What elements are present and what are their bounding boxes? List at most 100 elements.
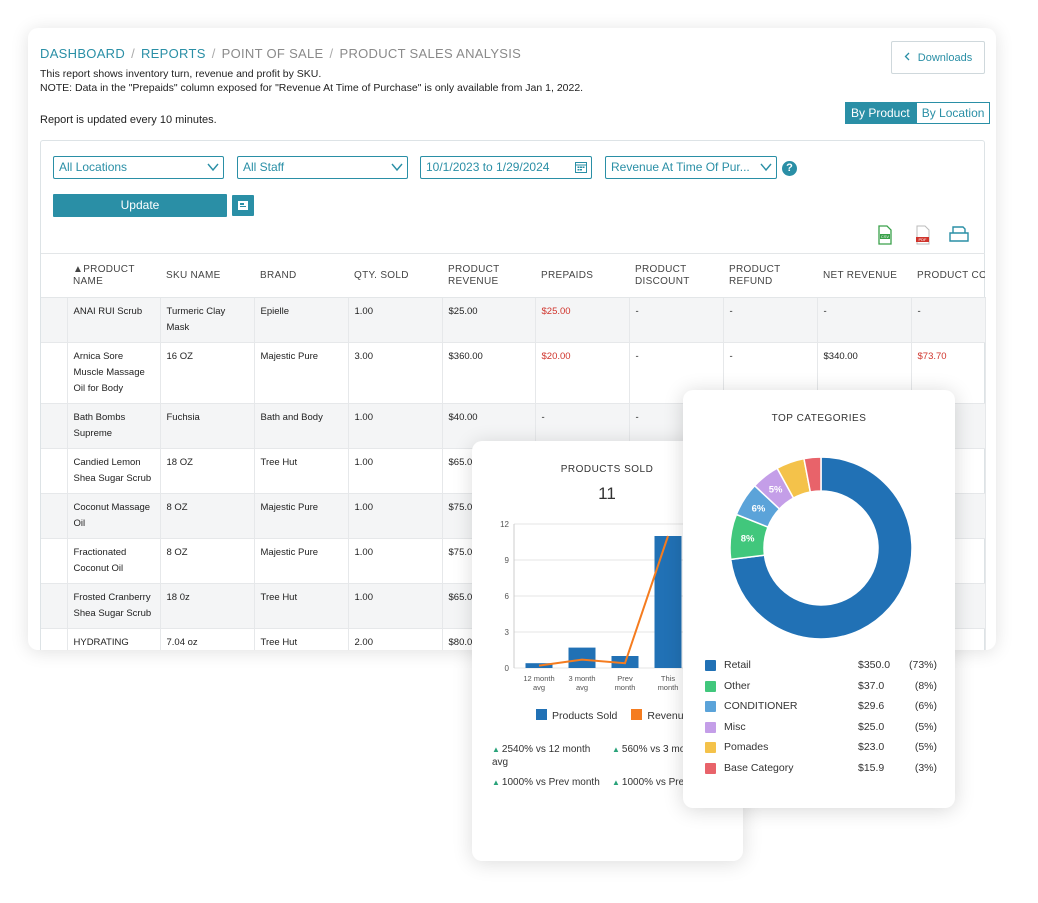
y-tick-label: 6 — [505, 592, 510, 601]
location-select[interactable]: All Locations — [53, 156, 224, 179]
cell-brand: Majestic Pure — [254, 493, 349, 539]
staff-select[interactable]: All Staff — [237, 156, 408, 179]
cell-prepaids: $25.00 — [535, 297, 630, 343]
cell-net-revenue: - — [817, 297, 912, 343]
cell-sku-name: Fuchsia — [160, 403, 255, 449]
breadcrumb-dashboard[interactable]: DASHBOARD — [40, 46, 125, 61]
cell-brand: Bath and Body — [254, 403, 349, 449]
y-tick-label: 9 — [505, 556, 510, 565]
category-percent: (3%) — [914, 761, 937, 774]
column-header-brand[interactable]: BRAND — [254, 253, 348, 298]
line-revenue — [538, 535, 669, 667]
cell-qty-sold: 1.00 — [348, 493, 443, 539]
cell-sku-name: 18 OZ — [160, 448, 255, 494]
cell-brand: Epielle — [254, 297, 349, 343]
cell-product-name: Bath Bombs Supreme — [67, 403, 161, 449]
help-icon[interactable]: ? — [782, 161, 797, 176]
column-header-product-cost[interactable]: PRODUCT CO — [911, 253, 985, 298]
cell-brand: Tree Hut — [254, 448, 349, 494]
cell-product-revenue: $25.00 — [442, 297, 536, 343]
breadcrumb-separator: / — [329, 46, 334, 61]
legend-swatch — [705, 762, 716, 774]
cell-prepaids: $20.00 — [535, 342, 630, 404]
y-tick-label: 3 — [505, 628, 510, 637]
legend-swatch — [705, 701, 716, 712]
cell-qty-sold: 1.00 — [348, 583, 443, 629]
category-legend-item[interactable]: Other $37.0 (8%) — [705, 680, 937, 694]
by-location-toggle[interactable]: By Location — [915, 102, 991, 124]
column-header-prepaids[interactable]: PREPAIDS — [535, 253, 629, 298]
category-legend-item[interactable]: CONDITIONER $29.6 (6%) — [705, 700, 937, 714]
cell-sku-name: 16 OZ — [160, 342, 255, 404]
by-product-toggle[interactable]: By Product — [845, 102, 916, 124]
description-line-2: NOTE: Data in the "Prepaids" column expo… — [40, 82, 584, 94]
row-handle-cell — [41, 538, 68, 584]
cell-sku-name: 7.04 oz — [160, 628, 255, 650]
category-amount: $25.0 — [858, 720, 885, 733]
x-tick-label: month — [658, 683, 679, 692]
category-amount: $23.0 — [858, 741, 885, 753]
x-tick-label: avg — [576, 683, 588, 692]
cell-product-name: Candied Lemon Shea Sugar Scrub — [67, 448, 161, 494]
row-handle-header — [41, 253, 67, 298]
svg-text:CSV: CSV — [881, 234, 890, 239]
category-legend-item[interactable]: Base Category $15.9 (3%) — [705, 762, 937, 776]
revenue-basis-select[interactable]: Revenue At Time Of Pur... — [605, 156, 777, 179]
cell-brand: Majestic Pure — [254, 538, 349, 584]
date-range-value: 10/1/2023 to 1/29/2024 — [426, 160, 550, 174]
column-header-product-revenue[interactable]: PRODUCT REVENUE — [442, 253, 535, 298]
category-name: Other — [724, 679, 751, 692]
cell-product-cost: - — [911, 297, 986, 343]
legend-products-sold[interactable]: Products Sold — [536, 709, 617, 722]
csv-export-icon[interactable]: CSV — [875, 225, 895, 250]
chevron-down-icon — [760, 163, 772, 172]
cell-product-name: Frosted Cranberry Shea Sugar Scrub — [67, 583, 161, 629]
legend-revenue[interactable]: Revenue — [631, 709, 689, 722]
donut-slice-label: 8% — [741, 534, 755, 545]
x-tick-label: avg — [533, 683, 545, 692]
column-header-product-discount[interactable]: PRODUCT DISCOUNT — [629, 253, 723, 298]
breadcrumb-point-of-sale[interactable]: POINT OF SALE — [222, 46, 324, 61]
category-amount: $29.6 — [858, 700, 885, 712]
location-select-value: All Locations — [59, 160, 128, 174]
date-range-input[interactable]: 10/1/2023 to 1/29/2024 — [420, 156, 592, 179]
column-header-product-name[interactable]: ▲PRODUCT NAME — [67, 253, 160, 298]
cell-product-name: Arnica Sore Muscle Massage Oil for Body — [67, 342, 161, 404]
update-button[interactable]: Update — [53, 194, 227, 217]
breadcrumb-reports[interactable]: REPORTS — [141, 46, 206, 61]
donut-slice-label: 6% — [752, 503, 766, 514]
print-icon[interactable] — [948, 225, 970, 250]
stat-vs-12-month: ▲ 2540% vs 12 month avg — [492, 744, 591, 768]
cell-product-name: ANAI RUI Scrub — [67, 297, 161, 343]
table-row[interactable]: ANAI RUI Scrub Turmeric Clay Mask Epielle 1… — [41, 297, 986, 343]
stat-vs-prev-month: ▲ 1000% vs Prev month — [492, 777, 600, 788]
category-legend-item[interactable]: Retail $350.0 (73%) — [705, 659, 937, 673]
row-handle-cell — [41, 297, 68, 343]
category-name: Pomades — [724, 741, 769, 753]
pdf-export-icon[interactable]: PDF — [913, 225, 933, 250]
triangle-up-icon: ▲ — [612, 745, 620, 754]
column-header-qty-sold[interactable]: QTY. SOLD — [348, 253, 442, 298]
x-tick-label: Prev — [617, 674, 633, 683]
cell-brand: Tree Hut — [254, 583, 349, 629]
category-legend-item[interactable]: Misc $25.0 (5%) — [705, 721, 937, 735]
column-header-sku-name[interactable]: SKU NAME — [160, 253, 254, 298]
column-header-net-revenue[interactable]: NET REVENUE — [817, 253, 911, 298]
cell-qty-sold: 2.00 — [348, 628, 443, 650]
category-legend-item[interactable]: Pomades $23.0 (5%) — [705, 741, 937, 755]
legend-label: Products Sold — [552, 710, 618, 722]
donut-slice-label: 73% — [880, 617, 900, 628]
cell-brand: Tree Hut — [254, 628, 349, 650]
report-description: This report shows inventory turn, revenu… — [40, 67, 583, 95]
save-report-button[interactable] — [232, 195, 254, 216]
triangle-up-icon: ▲ — [612, 778, 620, 787]
chevron-down-icon — [207, 163, 219, 172]
column-header-product-refund[interactable]: PRODUCT REFUND — [723, 253, 817, 298]
legend-swatch — [631, 709, 643, 720]
x-tick-label: This — [661, 674, 675, 683]
downloads-button[interactable]: Downloads — [891, 41, 985, 74]
calendar-icon[interactable] — [575, 161, 587, 173]
category-amount: $15.9 — [858, 761, 885, 774]
legend-swatch — [536, 709, 547, 720]
save-icon — [238, 201, 248, 210]
